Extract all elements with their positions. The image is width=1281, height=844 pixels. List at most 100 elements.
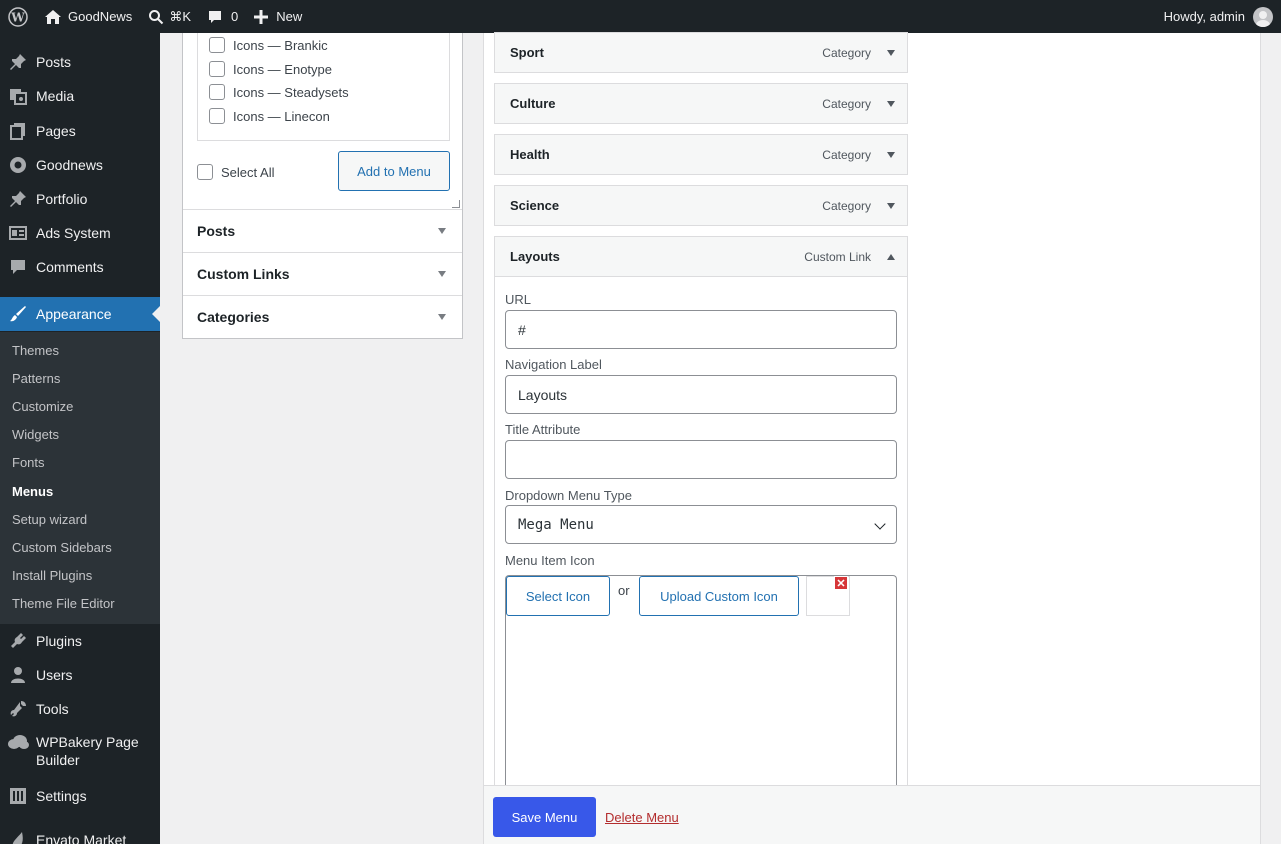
user-icon: [0, 666, 36, 684]
select-all-label: Select All: [221, 164, 275, 180]
upload-custom-icon-button[interactable]: Upload Custom Icon: [639, 576, 799, 616]
new-content-link[interactable]: New: [246, 0, 310, 33]
sidebar-item-appearance[interactable]: Appearance: [0, 297, 160, 331]
list-item[interactable]: Icons — Linecon: [209, 108, 330, 124]
svg-text:W: W: [10, 10, 25, 24]
sidebar-item-ads-system[interactable]: Ads System: [0, 221, 160, 245]
menu-item-icon-label: Menu Item Icon: [505, 553, 595, 568]
howdy-text: Howdy, admin: [1163, 9, 1245, 24]
remove-icon[interactable]: ✕: [834, 576, 848, 590]
menu-item-culture[interactable]: Culture Category: [494, 83, 908, 124]
wordpress-logo-icon[interactable]: W: [0, 0, 36, 33]
caret-down-icon[interactable]: [887, 50, 895, 56]
caret-down-icon[interactable]: [887, 101, 895, 107]
sidebar-item-label: Tools: [36, 701, 69, 717]
ads-icon: [0, 224, 36, 242]
submenu-patterns[interactable]: Patterns: [12, 371, 60, 386]
comments-count: 0: [230, 9, 239, 24]
accordion-title: Posts: [197, 223, 236, 239]
url-field[interactable]: #: [505, 310, 897, 349]
submenu-menus[interactable]: Menus: [12, 484, 53, 499]
checkbox-label: Icons — Steadysets: [233, 84, 349, 100]
dropdown-type-label: Dropdown Menu Type: [505, 488, 632, 503]
comments-link[interactable]: 0: [199, 0, 246, 33]
cloud-icon: [0, 733, 36, 750]
sidebar-item-posts[interactable]: Posts: [0, 50, 160, 74]
menu-item-type: Category: [822, 198, 871, 213]
list-item[interactable]: Icons — Steadysets: [209, 84, 349, 100]
submenu-customize[interactable]: Customize: [12, 399, 73, 414]
checkbox-label: Icons — Linecon: [233, 108, 330, 124]
menu-item-layouts[interactable]: Layouts Custom Link: [494, 236, 908, 277]
resize-grip-icon[interactable]: [452, 200, 460, 208]
menu-item-science[interactable]: Science Category: [494, 185, 908, 226]
sidebar-item-tools[interactable]: Tools: [0, 697, 160, 721]
account-menu[interactable]: Howdy, admin: [1156, 0, 1281, 33]
sidebar-item-portfolio[interactable]: Portfolio: [0, 187, 160, 211]
sidebar-item-pages[interactable]: Pages: [0, 119, 160, 143]
list-item[interactable]: Icons — Brankic: [209, 37, 328, 53]
site-name-link[interactable]: GoodNews: [36, 0, 140, 33]
navigation-label-field[interactable]: Layouts: [505, 375, 897, 414]
brush-icon: [0, 305, 36, 323]
caret-down-icon[interactable]: [887, 203, 895, 209]
sidebar-item-label: WPBakery Page Builder: [36, 734, 139, 768]
sidebar-item-plugins[interactable]: Plugins: [0, 629, 160, 653]
submenu-themes[interactable]: Themes: [12, 343, 59, 358]
checkbox[interactable]: [209, 37, 225, 53]
submenu-widgets[interactable]: Widgets: [12, 427, 59, 442]
caret-up-icon[interactable]: [887, 254, 895, 260]
search-shortcut[interactable]: ⌘K: [140, 0, 199, 33]
avatar: [1253, 6, 1273, 27]
sidebar-item-media[interactable]: Media: [0, 84, 160, 108]
sidebar-item-envato-market[interactable]: Envato Market: [0, 828, 160, 844]
sidebar-item-label: Settings: [36, 788, 87, 804]
checkbox[interactable]: [209, 61, 225, 77]
title-attribute-field[interactable]: [505, 440, 897, 479]
submenu-custom-sidebars[interactable]: Custom Sidebars: [12, 540, 112, 555]
dropdown-type-value: Mega Menu: [518, 516, 594, 533]
menu-item-sport[interactable]: Sport Category: [494, 32, 908, 73]
sidebar-item-settings[interactable]: Settings: [0, 784, 160, 808]
select-all-checkbox[interactable]: [197, 164, 213, 180]
sidebar-item-comments[interactable]: Comments: [0, 255, 160, 279]
submenu-install-plugins[interactable]: Install Plugins: [12, 568, 92, 583]
add-to-menu-button[interactable]: Add to Menu: [338, 151, 450, 191]
caret-down-icon: [438, 271, 446, 277]
menu-item-settings: URL # Navigation Label Layouts Title Att…: [494, 277, 908, 787]
search-shortcut-label: ⌘K: [169, 8, 191, 24]
list-item[interactable]: Icons — Enotype: [209, 61, 332, 77]
accordion-custom-links[interactable]: Custom Links: [183, 252, 462, 295]
caret-down-icon: [438, 228, 446, 234]
submenu-fonts[interactable]: Fonts: [12, 455, 45, 470]
sidebar-item-label: Pages: [36, 123, 76, 139]
sidebar-item-wpbakery[interactable]: WPBakery Page Builder: [0, 733, 160, 773]
menu-item-health[interactable]: Health Category: [494, 134, 908, 175]
select-all[interactable]: Select All: [197, 164, 274, 180]
title-attribute-label: Title Attribute: [505, 422, 581, 437]
submenu-theme-file-editor[interactable]: Theme File Editor: [12, 596, 115, 611]
menu-item-title: Layouts: [510, 249, 560, 264]
caret-down-icon[interactable]: [887, 152, 895, 158]
submenu-setup-wizard[interactable]: Setup wizard: [12, 512, 87, 527]
sidebar-item-label: Ads System: [36, 225, 111, 241]
accordion-posts[interactable]: Posts: [183, 209, 462, 252]
new-label: New: [276, 9, 303, 24]
sidebar-item-label: Goodnews: [36, 157, 103, 173]
menu-item-title: Health: [510, 147, 550, 162]
menu-item-type: Category: [822, 96, 871, 111]
save-menu-button[interactable]: Save Menu: [493, 797, 596, 837]
menu-item-title: Culture: [510, 96, 556, 111]
sidebar-item-goodnews[interactable]: Goodnews: [0, 153, 160, 177]
menu-item-type: Category: [822, 45, 871, 60]
goodnews-icon: [0, 156, 36, 174]
menu-item-type: Custom Link: [804, 249, 871, 264]
dropdown-type-select[interactable]: Mega Menu: [505, 505, 897, 544]
select-icon-button[interactable]: Select Icon: [506, 576, 610, 616]
accordion-categories[interactable]: Categories: [183, 295, 462, 338]
settings-icon: [0, 787, 36, 805]
sidebar-item-users[interactable]: Users: [0, 663, 160, 687]
checkbox[interactable]: [209, 108, 225, 124]
delete-menu-link[interactable]: Delete Menu: [605, 810, 679, 825]
checkbox[interactable]: [209, 84, 225, 100]
